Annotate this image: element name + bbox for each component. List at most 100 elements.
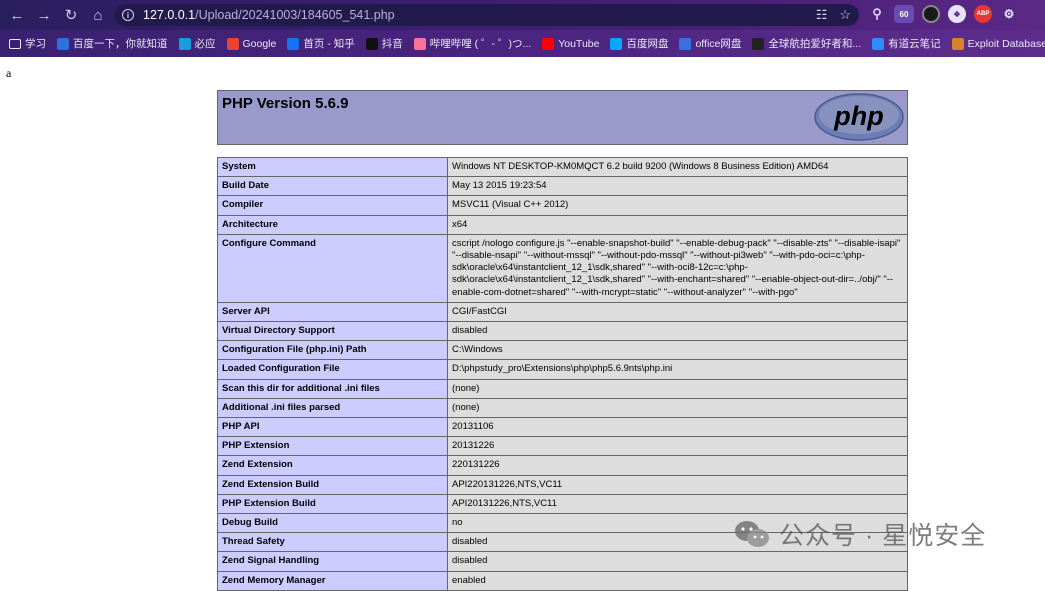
table-row: Build Date May 13 2015 19:23:54 [217, 176, 908, 197]
row-value: May 13 2015 19:23:54 [447, 176, 908, 197]
favicon-icon [872, 37, 885, 50]
row-value: Windows NT DESKTOP-KM0MQCT 6.2 build 920… [447, 156, 908, 178]
home-icon[interactable]: ⌂ [85, 2, 111, 28]
table-row: Zend Extension 220131226 [217, 455, 908, 476]
watermark-text: 公众号 · 星悦安全 [779, 522, 987, 550]
table-row: Compiler MSVC11 (Visual C++ 2012) [217, 195, 908, 216]
bookmark-item[interactable]: 必应 [178, 36, 216, 51]
back-arrow-icon[interactable]: ← [4, 2, 30, 28]
bookmark-item[interactable]: 学习 [9, 36, 46, 51]
favicon-icon [178, 37, 191, 50]
bookmark-item[interactable]: 哔哩哔哩 ( ゜- ゜)つ... [413, 36, 532, 51]
row-value: disabled [447, 321, 908, 342]
site-info-icon[interactable]: i [122, 9, 134, 21]
bookmark-item[interactable]: 首页 - 知乎 [287, 36, 355, 51]
favicon-icon [679, 37, 692, 50]
row-value: (none) [447, 378, 908, 399]
reload-icon[interactable]: ↻ [58, 2, 84, 28]
table-row: Configuration File (php.ini) Path C:\Wind… [217, 340, 908, 361]
table-row: Zend Memory Manager enabled [217, 570, 908, 591]
row-value: CGI/FastCGI [447, 301, 908, 323]
table-row: PHP Extension Build API20131226,NTS,VC11 [217, 493, 908, 515]
bookmark-item[interactable]: YouTube [542, 37, 600, 50]
row-key: Zend Memory Manager [217, 570, 448, 591]
bookmark-item[interactable]: 抖音 [365, 36, 403, 51]
bookmark-item[interactable]: Exploit Database -... [951, 37, 1045, 50]
bookmarks-bar: 学习 百度一下，你就知道 必应 Google 首页 - 知乎 抖音 哔哩哔哩 ( ゜- ゜)… [0, 30, 1045, 57]
favicon-icon [542, 37, 555, 50]
extension-badge[interactable]: 60 [894, 5, 914, 23]
row-key: Virtual Directory Support [217, 321, 448, 342]
bookmark-item[interactable]: 百度一下，你就知道 [57, 36, 168, 51]
row-value: (none) [447, 397, 908, 419]
extension-circle-icon[interactable] [922, 5, 940, 23]
table-row: System Windows NT DESKTOP-KM0MQCT 6.2 bui… [217, 156, 908, 178]
row-value: D:\phpstudy_pro\Extensions\php\php5.6.9n… [447, 359, 908, 380]
bookmark-label: 百度网盘 [626, 38, 669, 50]
extensions-area: ⚲ 60 ❖ ABP ⚙ [868, 5, 1018, 23]
translate-icon[interactable]: ☷ [816, 7, 828, 23]
bookmark-label: 全球航拍爱好者和... [768, 38, 862, 50]
row-key: System [217, 156, 448, 178]
php-info-header: PHP Version 5.6.9 php [217, 90, 908, 145]
bookmark-label: Google [242, 37, 277, 50]
table-row: Additional .ini files parsed (none) [217, 397, 908, 419]
table-row: Server API CGI/FastCGI [217, 301, 908, 323]
row-key: PHP Extension Build [217, 493, 448, 515]
favicon-icon [951, 37, 964, 50]
row-key: Configure Command [217, 233, 448, 303]
bookmark-item[interactable]: office网盘 [679, 36, 741, 51]
bookmark-label: 百度一下，你就知道 [73, 38, 168, 50]
row-key: PHP API [217, 417, 448, 438]
bookmark-label: 哔哩哔哩 ( ゜- ゜)つ... [429, 38, 532, 50]
table-row: Zend Extension Build API220131226,NTS,VC1… [217, 474, 908, 495]
wechat-icon [735, 521, 769, 547]
table-row: Architecture x64 [217, 214, 908, 235]
favicon-icon [610, 37, 623, 50]
row-key: Compiler [217, 195, 448, 216]
adblock-plus-icon[interactable]: ABP [974, 5, 992, 23]
bookmark-item[interactable]: 有道云笔记 [872, 36, 941, 51]
row-value: cscript /nologo configure.js "--enable-s… [447, 233, 908, 303]
table-row: PHP Extension 20131226 [217, 436, 908, 457]
row-value: 20131226 [447, 436, 908, 457]
bookmark-item[interactable]: Google [226, 37, 277, 50]
page-content: a PHP Version 5.6.9 php System Windows NT… [0, 57, 1045, 591]
row-key: Architecture [217, 214, 448, 235]
table-row: Scan this dir for additional .ini files(… [217, 378, 908, 399]
zoom-search-icon[interactable]: ⚲ [868, 5, 886, 23]
bookmark-item[interactable]: 全球航拍爱好者和... [752, 36, 861, 51]
row-key: Zend Extension [217, 455, 448, 476]
stray-text: a [6, 66, 12, 80]
bookmark-star-icon[interactable]: ☆ [839, 7, 851, 23]
row-value: 20131106 [447, 417, 908, 438]
bookmark-label: 学习 [25, 38, 46, 50]
favicon-icon [752, 37, 765, 50]
favicon-icon [226, 37, 239, 50]
extension-puzzle-icon[interactable]: ❖ [948, 5, 966, 23]
watermark: 公众号 · 星悦安全 [733, 516, 986, 552]
row-key: Scan this dir for additional .ini files [217, 378, 448, 399]
table-row: PHP API 20131106 [217, 417, 908, 438]
row-key: Configuration File (php.ini) Path [217, 340, 448, 361]
table-row: Virtual Directory Support disabled [217, 321, 908, 342]
address-bar[interactable]: i 127.0.0.1 /Upload/20241003/184605_541.… [114, 4, 859, 26]
table-row: Loaded Configuration File D:\phpstudy_pro… [217, 359, 908, 380]
table-row: Configure Command cscript /nologo configu… [217, 233, 908, 303]
bookmark-item[interactable]: 百度网盘 [610, 36, 668, 51]
row-value: x64 [447, 214, 908, 235]
folder-icon [9, 38, 21, 49]
row-key: Zend Signal Handling [217, 551, 448, 572]
bookmark-label: 必应 [194, 38, 216, 50]
bookmark-label: YouTube [558, 37, 600, 50]
row-key: Zend Extension Build [217, 474, 448, 495]
extensions-menu-icon[interactable]: ⚙ [1000, 5, 1018, 23]
url-path: /Upload/20241003/184605_541.php [195, 8, 395, 22]
url-host: 127.0.0.1 [143, 8, 196, 22]
table-row: Zend Signal Handling disabled [217, 551, 908, 572]
row-key: Loaded Configuration File [217, 359, 448, 380]
row-value: C:\Windows [447, 340, 908, 361]
favicon-icon [287, 37, 300, 50]
forward-arrow-icon[interactable]: → [31, 2, 57, 28]
row-key: Additional .ini files parsed [217, 397, 448, 419]
